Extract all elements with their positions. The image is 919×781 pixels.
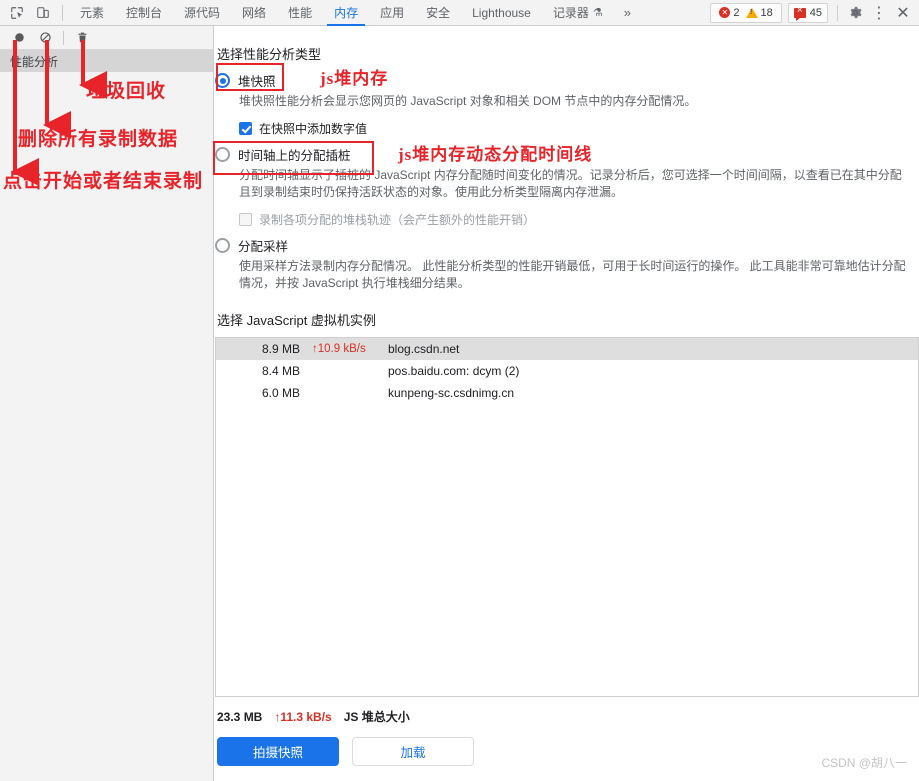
record-button[interactable]	[6, 27, 32, 49]
tab-label: 源代码	[184, 6, 221, 20]
tab-label: 性能	[288, 6, 313, 20]
devtools-toolbar: 元素 控制台 源代码 网络 性能 内存 应用 安全 Lighthouse 记录器…	[0, 0, 919, 26]
take-snapshot-button[interactable]: 拍摄快照	[217, 737, 339, 766]
radio-heap-snapshot-icon[interactable]	[215, 73, 230, 88]
option-allocation-sampling-label: 分配采样	[238, 240, 289, 254]
tab-memory[interactable]: 内存	[323, 0, 369, 26]
tab-label: 内存	[334, 6, 359, 20]
option-allocation-timeline-description: 分配时间轴显示了插桩的 JavaScript 内存分配随时间变化的情况。记录分析…	[239, 168, 902, 199]
heap-totals: 23.3 MB ↑11.3 kB/s JS 堆总大小	[217, 708, 919, 725]
gear-icon[interactable]	[843, 1, 867, 25]
warning-counter[interactable]: 18	[745, 6, 773, 19]
vm-name: blog.csdn.net	[388, 342, 460, 356]
checkbox-row-numeric-values[interactable]: 在快照中添加数字值	[239, 120, 919, 137]
kebab-menu-icon[interactable]: ⋮	[867, 1, 891, 25]
option-heap-snapshot[interactable]: 堆快照	[215, 71, 919, 90]
more-tabs-icon[interactable]: »	[614, 0, 641, 26]
checkbox-numeric-values-icon[interactable]	[239, 122, 252, 135]
sidebar-toolbar	[0, 26, 213, 50]
watermark: CSDN @胡八一	[821, 756, 907, 770]
profile-launcher-view: 选择性能分析类型 堆快照 堆快照性能分析会显示您网页的 JavaScript 对…	[215, 26, 919, 781]
tab-label: 控制台	[126, 6, 163, 20]
panel-tabs: 元素 控制台 源代码 网络 性能 内存 应用 安全 Lighthouse 记录器…	[69, 0, 614, 26]
tab-sources[interactable]: 源代码	[173, 0, 231, 26]
device-toolbar-icon[interactable]	[30, 1, 56, 25]
tab-security[interactable]: 安全	[415, 0, 461, 26]
devtools-memory-panel: 元素 控制台 源代码 网络 性能 内存 应用 安全 Lighthouse 记录器…	[0, 0, 919, 781]
table-row[interactable]: 6.0 MB kunpeng-sc.csdnimg.cn	[216, 382, 918, 404]
total-size: 23.3 MB	[217, 709, 263, 724]
error-icon: ✕	[719, 7, 731, 18]
option-allocation-timeline[interactable]: 时间轴上的分配插桩	[215, 145, 919, 164]
inspect-element-icon[interactable]	[4, 1, 30, 25]
error-count: 2	[733, 6, 740, 19]
vm-rate: ↑10.9 kB/s	[312, 343, 366, 355]
tab-console[interactable]: 控制台	[115, 0, 173, 26]
warning-icon	[745, 7, 758, 18]
clear-all-profiles-icon[interactable]	[32, 27, 58, 49]
vm-name: kunpeng-sc.csdnimg.cn	[388, 386, 515, 400]
collect-garbage-icon[interactable]	[69, 27, 95, 49]
table-row[interactable]: 8.4 MB pos.baidu.com: dcym (2)	[216, 360, 918, 382]
tab-elements[interactable]: 元素	[69, 0, 115, 26]
launcher-buttons: 拍摄快照 加载	[217, 737, 919, 766]
total-label: JS 堆总大小	[343, 710, 410, 724]
tab-label: 记录器	[552, 6, 589, 20]
radio-allocation-sampling-icon[interactable]	[215, 238, 230, 253]
error-counter[interactable]: ✕ 2	[719, 6, 740, 19]
checkbox-stack-traces-label: 录制各项分配的堆栈轨迹（会产生额外的性能开销）	[259, 213, 536, 227]
tab-network[interactable]: 网络	[231, 0, 277, 26]
close-icon[interactable]: ✕	[891, 1, 915, 25]
message-error-icon	[793, 5, 806, 21]
vm-size: 6.0 MB	[261, 386, 300, 400]
checkbox-row-stack-traces[interactable]: 录制各项分配的堆栈轨迹（会产生额外的性能开销）	[239, 211, 919, 228]
toolbar-divider-2	[837, 4, 838, 21]
memory-sidebar: 性能分析	[0, 26, 214, 781]
vm-instance-list[interactable]: 8.9 MB ↑10.9 kB/s blog.csdn.net 8.4 MB p…	[215, 337, 919, 697]
warning-count: 18	[760, 6, 773, 19]
toolbar-divider	[62, 4, 63, 21]
tab-performance[interactable]: 性能	[277, 0, 323, 26]
tab-label: 应用	[380, 6, 405, 20]
checkbox-numeric-values-label: 在快照中添加数字值	[259, 122, 368, 136]
vm-size: 8.9 MB	[261, 342, 300, 356]
issue-counters[interactable]: ✕ 2 18	[710, 2, 782, 23]
tab-label: Lighthouse	[472, 5, 531, 20]
vm-name: pos.baidu.com: dcym (2)	[388, 364, 520, 378]
load-button[interactable]: 加载	[352, 737, 474, 766]
option-allocation-timeline-label: 时间轴上的分配插桩	[238, 149, 351, 163]
option-heap-snapshot-label: 堆快照	[238, 75, 276, 89]
option-allocation-sampling[interactable]: 分配采样	[215, 236, 919, 255]
tab-recorder[interactable]: 记录器 ⚗	[542, 0, 614, 26]
tab-label: 安全	[426, 6, 451, 20]
page-title: 选择性能分析类型	[217, 47, 322, 62]
checkbox-stack-traces-icon[interactable]	[239, 213, 252, 226]
vm-size: 8.4 MB	[261, 364, 300, 378]
message-count: 45	[809, 6, 822, 19]
sidebar-item-label: 性能分析	[10, 54, 59, 69]
option-allocation-sampling-description: 使用采样方法录制内存分配情况。 此性能分析类型的性能开销最低，可用于长时间运行的…	[239, 259, 906, 290]
option-heap-snapshot-description: 堆快照性能分析会显示您网页的 JavaScript 对象和相关 DOM 节点中的…	[239, 94, 697, 108]
tab-label: 网络	[242, 6, 267, 20]
tab-lighthouse[interactable]: Lighthouse	[461, 0, 542, 26]
total-rate: ↑11.3 kB/s	[274, 709, 332, 724]
tab-application[interactable]: 应用	[369, 0, 415, 26]
vm-section-title: 选择 JavaScript 虚拟机实例	[217, 313, 376, 328]
tab-label: 元素	[80, 6, 105, 20]
message-counter[interactable]: 45	[787, 2, 828, 23]
radio-allocation-timeline-icon[interactable]	[215, 147, 230, 162]
sidebar-divider	[63, 30, 64, 45]
sidebar-item-profiles[interactable]: 性能分析	[0, 50, 213, 72]
flask-icon: ⚗	[592, 7, 603, 19]
table-row[interactable]: 8.9 MB ↑10.9 kB/s blog.csdn.net	[216, 338, 918, 360]
